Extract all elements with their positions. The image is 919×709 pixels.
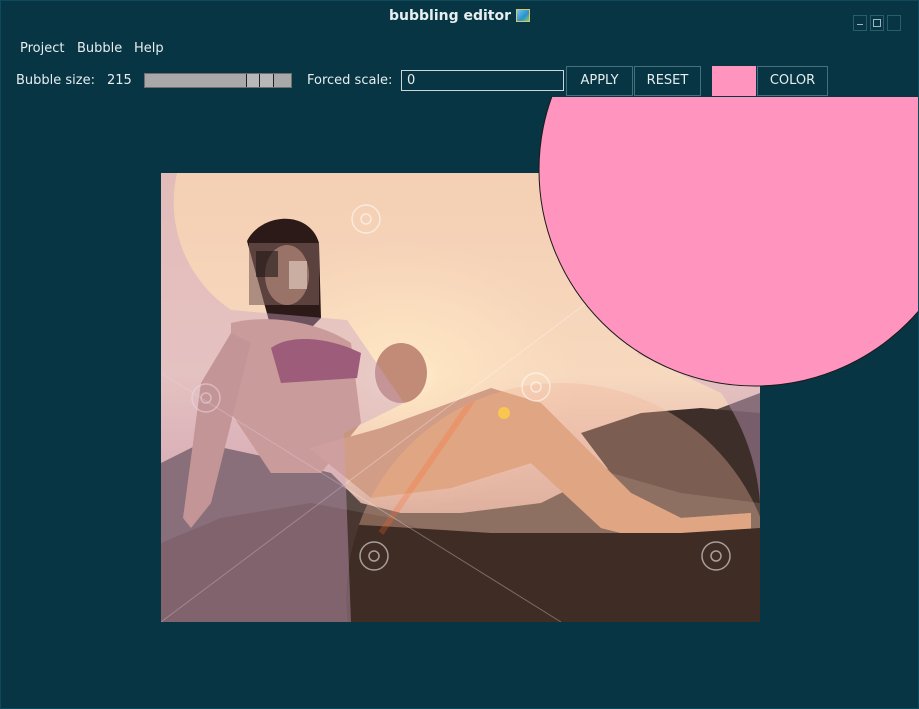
color-button[interactable]: COLOR [757, 66, 828, 96]
app-window: bubbling editor Project Bubble Help Bubb… [0, 0, 919, 709]
bubble-size-label: Bubble size: [16, 73, 95, 88]
pink-bubble[interactable] [538, 97, 918, 387]
window-title-text: bubbling editor [388, 8, 512, 24]
forced-scale-input[interactable] [401, 70, 564, 91]
close-icon[interactable] [887, 15, 901, 31]
menu-project[interactable]: Project [20, 41, 64, 56]
slider-thumb[interactable] [246, 74, 274, 87]
window-title: bubbling editor [1, 8, 918, 24]
title-bar[interactable]: bubbling editor [1, 1, 918, 33]
minimize-icon[interactable] [853, 15, 867, 31]
menu-bubble[interactable]: Bubble [77, 41, 122, 56]
bubble-size-slider[interactable] [144, 73, 292, 88]
maximize-icon[interactable] [870, 15, 884, 31]
color-swatch[interactable] [712, 66, 756, 96]
forced-scale-label: Forced scale: [307, 73, 393, 88]
apply-button[interactable]: APPLY [566, 66, 633, 96]
bubble-size-value: 215 [107, 73, 132, 88]
picture-icon [516, 9, 531, 22]
editor-canvas[interactable] [1, 97, 918, 709]
menu-help[interactable]: Help [134, 41, 164, 56]
bubble-layer [538, 97, 918, 387]
menu-bar: Project Bubble Help [1, 37, 918, 59]
reset-button[interactable]: RESET [634, 66, 701, 96]
